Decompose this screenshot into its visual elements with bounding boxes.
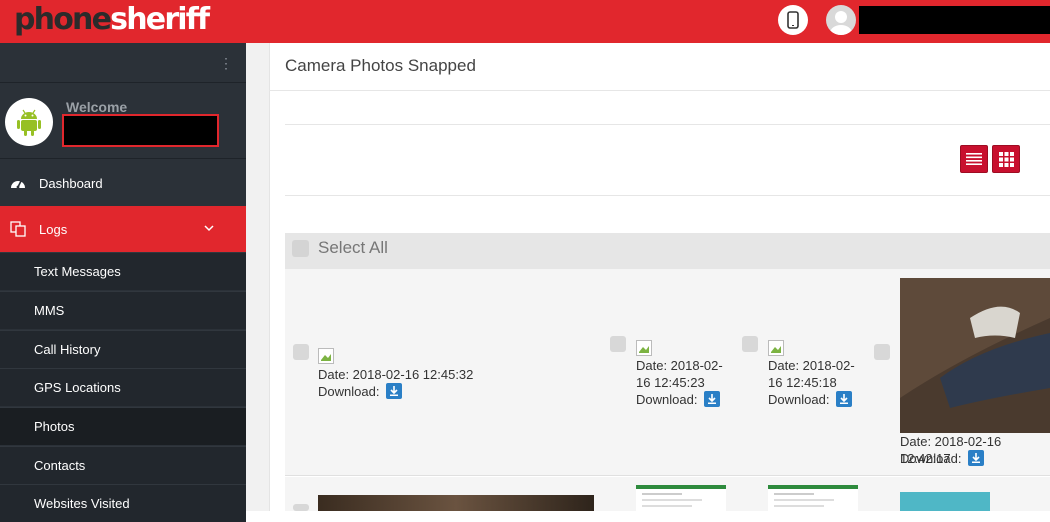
sidebar-divider <box>0 158 246 159</box>
photo-checkbox[interactable] <box>293 344 309 360</box>
list-view-button[interactable] <box>960 145 988 173</box>
download-label: Download: <box>318 384 380 399</box>
sidebar-item-label: MMS <box>34 303 65 318</box>
photo-download-row: Download: <box>318 383 403 400</box>
sidebar-item-photos[interactable]: Photos <box>0 407 246 445</box>
sidebar-item-mms[interactable]: MMS <box>0 291 246 329</box>
grid-view-icon <box>998 151 1014 167</box>
select-all-label[interactable]: Select All <box>318 238 388 258</box>
top-bar: phonesheriff <box>0 0 1050 43</box>
photo-thumbnail[interactable] <box>636 485 726 511</box>
download-icon[interactable] <box>704 391 721 407</box>
photo-download-row: Download: <box>768 391 853 408</box>
kebab-menu-icon[interactable]: ⋮ <box>219 55 233 71</box>
photo-date: Date: 2018-02- <box>636 358 723 373</box>
sidebar-item-label: Photos <box>34 419 75 434</box>
download-label: Download: <box>900 451 962 466</box>
photo-date-line2: 16 12:45:23 <box>636 375 705 390</box>
sidebar-item-label: Logs <box>39 221 68 237</box>
chevron-down-icon[interactable] <box>203 222 215 234</box>
sidebar-item-logs[interactable]: Logs <box>0 206 246 252</box>
sidebar-item-label: Text Messages <box>34 264 121 279</box>
select-all-bar <box>285 233 1050 269</box>
phonesheriff-logo[interactable]: phonesheriff <box>14 2 210 38</box>
sidebar-item-websites-visited[interactable]: Websites Visited <box>0 484 246 522</box>
sidebar-item-label: Websites Visited <box>34 496 130 511</box>
android-icon <box>5 98 53 146</box>
photo-thumbnail[interactable] <box>318 495 594 511</box>
broken-image-icon[interactable] <box>768 340 784 356</box>
select-all-checkbox[interactable] <box>292 240 309 257</box>
user-name-redacted[interactable] <box>859 6 1050 34</box>
download-icon[interactable] <box>968 450 985 466</box>
list-view-icon <box>966 153 982 165</box>
profile-name-redacted <box>62 114 219 147</box>
download-icon[interactable] <box>836 391 853 407</box>
photo-date: Date: 2018-02- <box>768 358 855 373</box>
photo-thumbnail[interactable] <box>900 278 1050 433</box>
photo-download-row: Download: <box>900 450 985 467</box>
toolbar-divider <box>285 124 1050 125</box>
page-title: Camera Photos Snapped <box>285 56 476 75</box>
title-divider <box>269 90 1050 91</box>
photo-download-row: Download: <box>636 391 721 408</box>
logo-phone-text: phone <box>14 2 112 37</box>
sidebar-item-gps-locations[interactable]: GPS Locations <box>0 368 246 406</box>
sidebar-item-label: Dashboard <box>39 175 103 191</box>
logo-sheriff-text: sheriff <box>110 2 210 37</box>
device-selector-button[interactable] <box>778 5 808 35</box>
photo-thumbnail[interactable] <box>768 485 858 511</box>
photo-checkbox[interactable] <box>293 504 309 511</box>
sidebar: ⋮ Welcome Dashboard Logs Text Messages M… <box>0 43 246 522</box>
photo-checkbox[interactable] <box>742 336 758 352</box>
photo-checkbox[interactable] <box>874 344 890 360</box>
sidebar-item-text-messages[interactable]: Text Messages <box>0 252 246 290</box>
dashboard-gauge-icon <box>9 174 27 192</box>
logs-copy-icon <box>9 220 27 238</box>
sidebar-item-contacts[interactable]: Contacts <box>0 446 246 484</box>
sidebar-item-call-history[interactable]: Call History <box>0 330 246 368</box>
sidebar-item-label: Call History <box>34 342 101 357</box>
grid-view-button[interactable] <box>992 145 1020 173</box>
sidebar-item-label: Contacts <box>34 458 86 473</box>
download-label: Download: <box>768 392 830 407</box>
sidebar-divider <box>0 82 246 83</box>
sidebar-item-label: GPS Locations <box>34 380 121 395</box>
mobile-phone-icon <box>787 11 799 29</box>
sidebar-item-dashboard[interactable]: Dashboard <box>0 160 246 206</box>
download-icon[interactable] <box>386 383 403 399</box>
toolbar-divider <box>285 195 1050 196</box>
user-avatar[interactable] <box>826 5 856 35</box>
user-silhouette-icon <box>830 11 852 35</box>
photo-checkbox[interactable] <box>610 336 626 352</box>
photo-date: Date: 2018-02-16 12:45:32 <box>318 367 474 382</box>
welcome-label: Welcome <box>66 99 128 115</box>
photo-date-line2: 16 12:45:18 <box>768 375 837 390</box>
broken-image-icon[interactable] <box>636 340 652 356</box>
broken-image-icon[interactable] <box>318 348 334 364</box>
photo-thumbnail[interactable] <box>900 492 990 511</box>
download-label: Download: <box>636 392 698 407</box>
